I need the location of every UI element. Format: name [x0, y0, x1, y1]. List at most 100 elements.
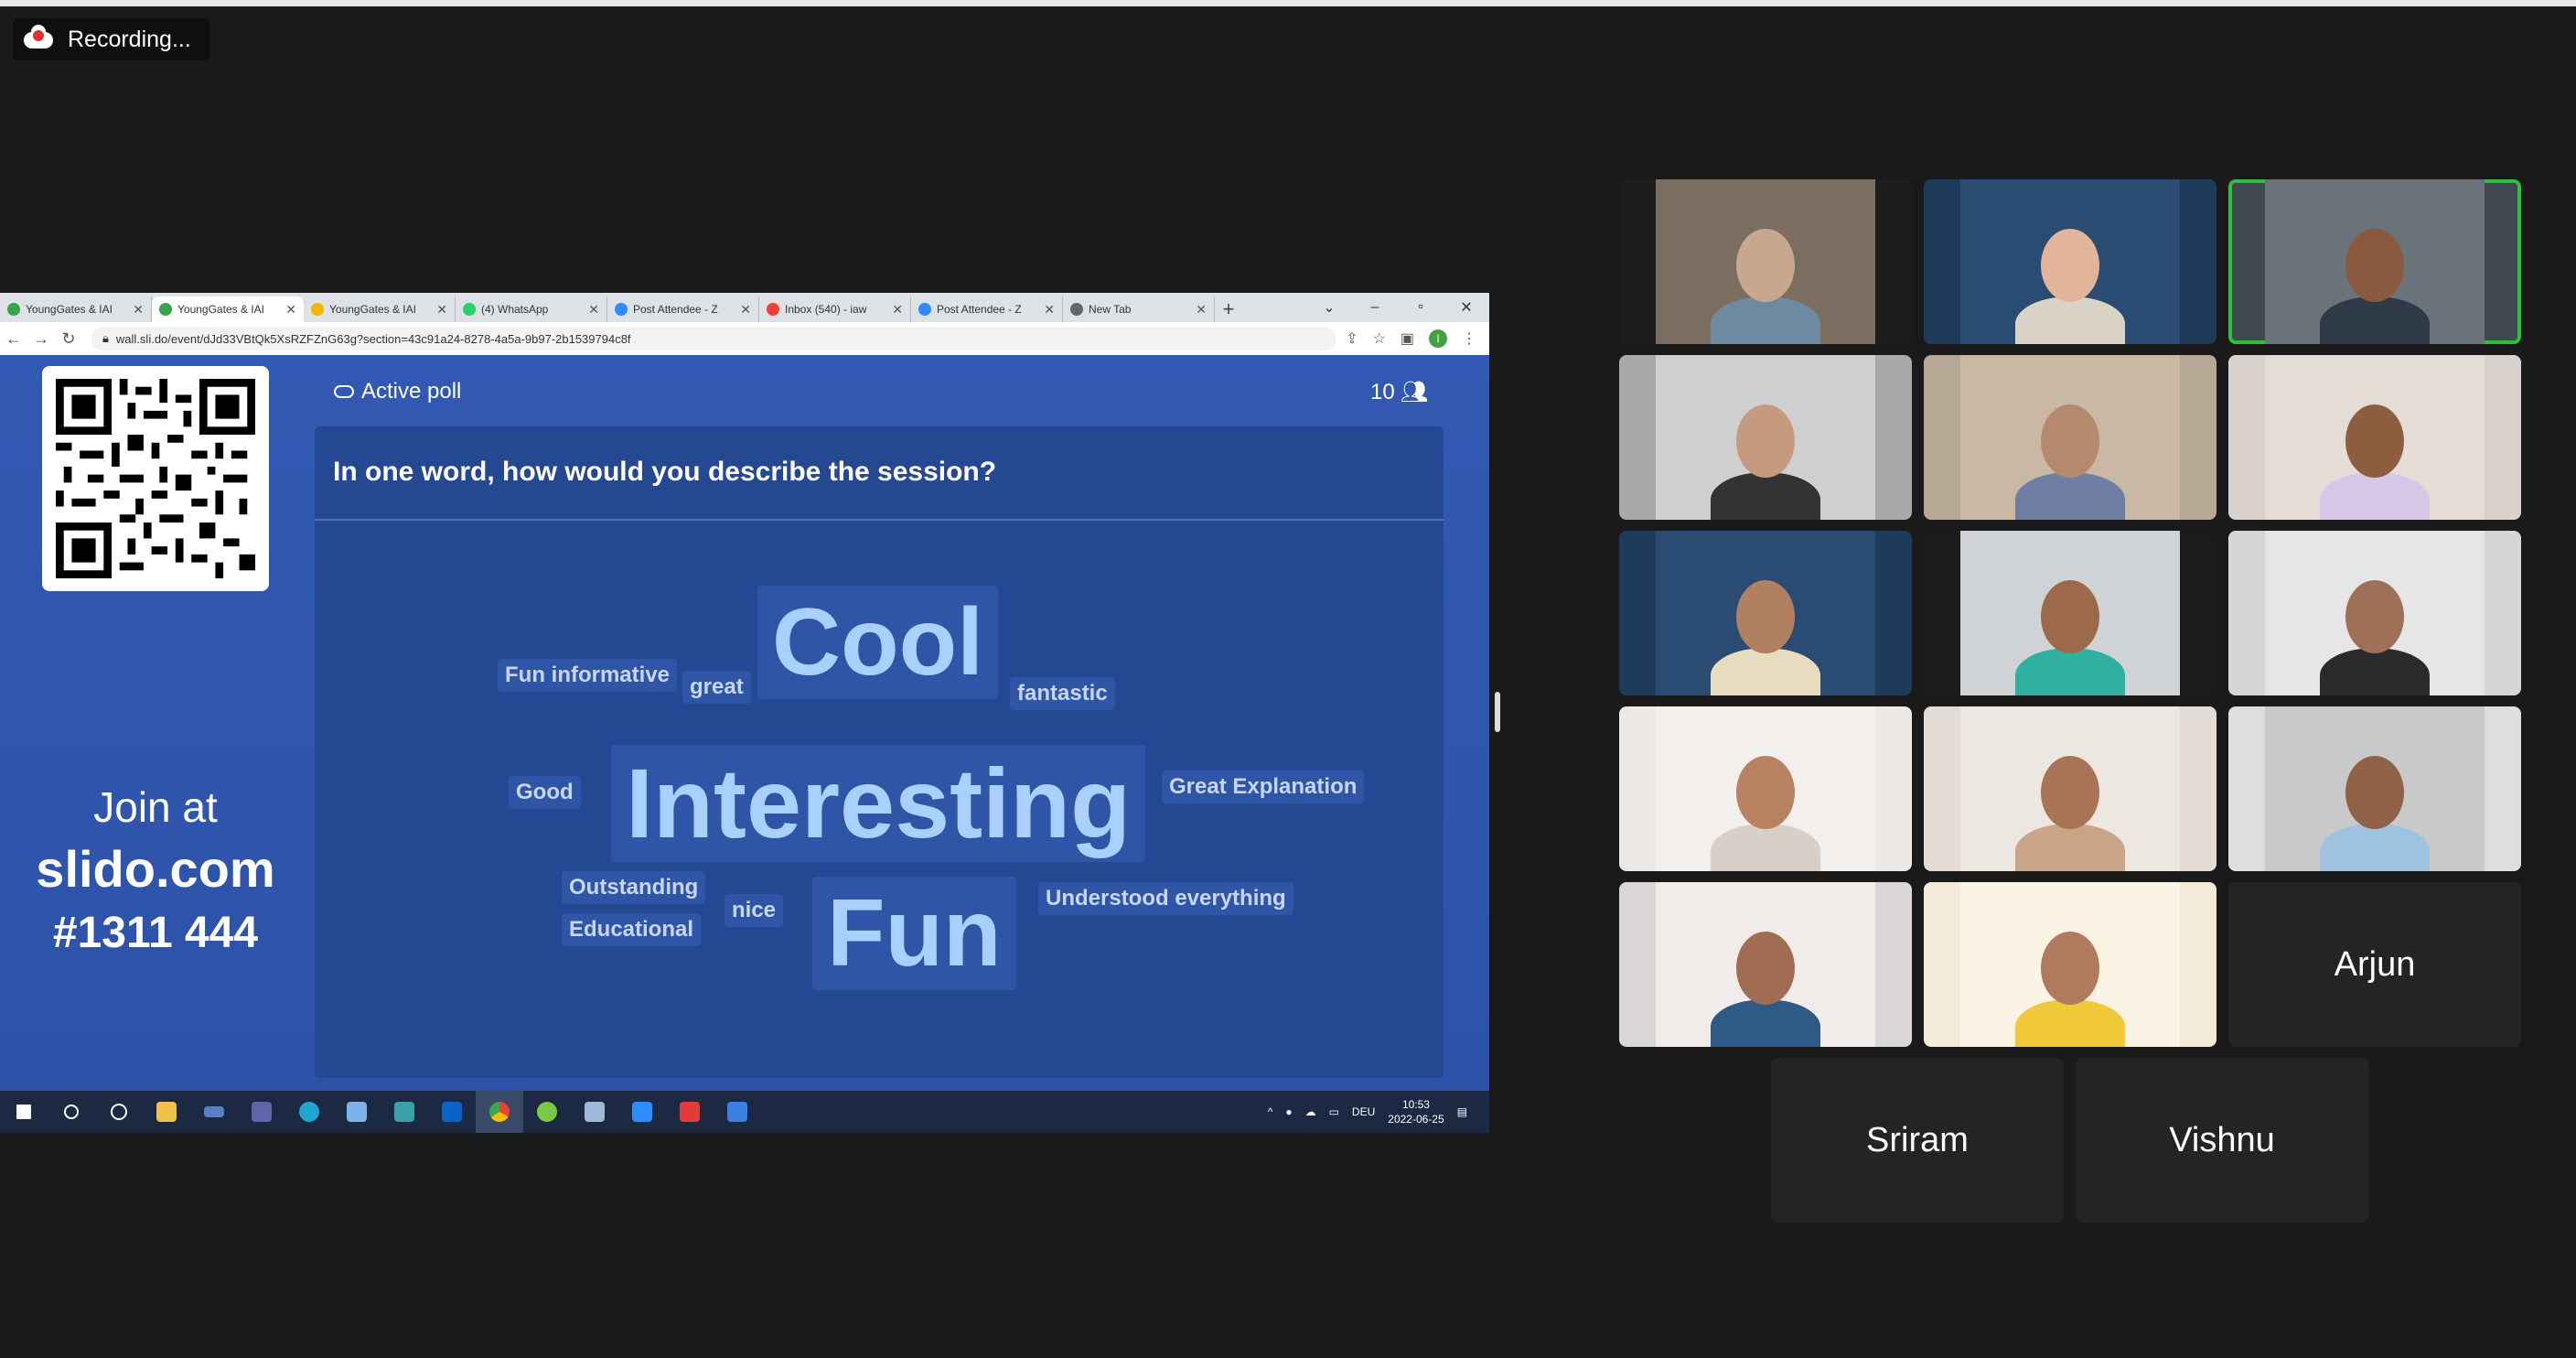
- profile-avatar[interactable]: I: [1429, 329, 1447, 348]
- close-icon[interactable]: ✕: [1044, 302, 1055, 318]
- tray-app-icon[interactable]: ●: [1285, 1105, 1292, 1118]
- tab-favicon-icon: [767, 303, 779, 316]
- participant-body: [2320, 472, 2430, 520]
- zoom-icon[interactable]: [618, 1091, 666, 1133]
- participant-video-tile[interactable]: [1619, 179, 1912, 344]
- notes-app-icon[interactable]: [571, 1091, 618, 1133]
- cortana-icon[interactable]: [95, 1091, 143, 1133]
- participant-face: [2041, 229, 2099, 302]
- participant-video-tile[interactable]: [1924, 706, 2216, 871]
- tab-favicon-icon: [159, 303, 172, 316]
- participant-video-tile[interactable]: [2228, 531, 2521, 695]
- tray-chevron-icon[interactable]: ^: [1268, 1105, 1273, 1118]
- onedrive-icon[interactable]: ☁: [1305, 1105, 1316, 1118]
- tab-favicon-icon: [615, 303, 628, 316]
- edge-icon[interactable]: [285, 1091, 333, 1133]
- close-icon[interactable]: ✕: [133, 302, 144, 318]
- close-window-icon[interactable]: ✕: [1444, 298, 1489, 317]
- join-at-label: Join at: [93, 783, 218, 831]
- windows-taskbar: ^ ● ☁ ▭ DEU 10:53 2022-06-25 ▤: [0, 1091, 1489, 1133]
- word-cloud-entry: Educational: [562, 913, 702, 946]
- participant-name-tile[interactable]: Vishnu: [2076, 1058, 2368, 1223]
- system-clock[interactable]: 10:53 2022-06-25: [1388, 1097, 1444, 1126]
- participant-video-tile[interactable]: [2228, 355, 2521, 520]
- network-app-icon[interactable]: [333, 1091, 381, 1133]
- maximize-icon[interactable]: ▫: [1398, 299, 1444, 316]
- browser-tab[interactable]: Post Attendee - Z ✕: [607, 296, 759, 322]
- tab-label: New Tab: [1089, 303, 1132, 316]
- participant-video-tile[interactable]: [1924, 179, 2216, 344]
- browser-tab[interactable]: YoungGates & IAI ✕: [304, 296, 456, 322]
- participant-video-tile[interactable]: [1619, 882, 1912, 1047]
- participant-name: Arjun: [2334, 944, 2416, 984]
- app-blue-s-icon[interactable]: [714, 1091, 761, 1133]
- top-edge-bar: [0, 0, 2576, 6]
- qr-code: [42, 366, 269, 591]
- join-url: slido.com: [36, 840, 275, 898]
- share-icon[interactable]: ⇪: [1346, 329, 1358, 348]
- tab-favicon-icon: [463, 303, 476, 316]
- participant-face: [1736, 932, 1795, 1005]
- file-explorer-icon[interactable]: [143, 1091, 190, 1133]
- participant-face: [2041, 404, 2099, 478]
- close-icon[interactable]: ✕: [436, 302, 447, 318]
- recording-indicator[interactable]: Recording...: [13, 18, 209, 60]
- browser-tab[interactable]: New Tab ✕: [1063, 296, 1215, 322]
- url-input[interactable]: 🔒︎ wall.sli.do/event/dJd33VBtQk5XsRZFZnG…: [91, 327, 1337, 350]
- browser-tab[interactable]: (4) WhatsApp ✕: [456, 296, 607, 322]
- participant-name-tile[interactable]: Arjun: [2228, 882, 2521, 1047]
- participant-video-tile[interactable]: [2228, 179, 2521, 344]
- browser-tab-active[interactable]: YoungGates & IAI ✕: [152, 296, 304, 322]
- participant-video-tile[interactable]: [1924, 882, 2216, 1047]
- battery-icon[interactable]: ▭: [1329, 1105, 1339, 1118]
- close-icon[interactable]: ✕: [1196, 302, 1207, 318]
- browser-tab[interactable]: YoungGates & IAI ✕: [0, 296, 152, 322]
- tab-label: (4) WhatsApp: [481, 303, 549, 316]
- bookmark-star-icon[interactable]: ☆: [1373, 329, 1386, 348]
- participant-name-tile[interactable]: Sriram: [1771, 1058, 2064, 1223]
- participant-video-tile[interactable]: [1619, 531, 1912, 695]
- participant-name: Vishnu: [2169, 1120, 2275, 1159]
- close-icon[interactable]: ✕: [588, 302, 599, 318]
- teams-icon[interactable]: [238, 1091, 285, 1133]
- word-cloud-entry: Fun: [812, 877, 1016, 990]
- remote-desktop-icon[interactable]: [381, 1091, 428, 1133]
- minimize-icon[interactable]: –: [1352, 299, 1398, 316]
- menu-kebab-icon[interactable]: ⋮: [1462, 329, 1476, 348]
- language-indicator[interactable]: DEU: [1352, 1105, 1375, 1118]
- outlook-icon[interactable]: [428, 1091, 476, 1133]
- reload-icon[interactable]: ↻: [55, 329, 82, 349]
- app-green-icon[interactable]: [523, 1091, 571, 1133]
- participant-video-tile[interactable]: [1924, 355, 2216, 520]
- notifications-icon[interactable]: ▤: [1457, 1105, 1467, 1118]
- participant-body: [2015, 824, 2125, 871]
- participant-face: [1736, 404, 1795, 478]
- browser-tab[interactable]: Post Attendee - Z ✕: [911, 296, 1063, 322]
- participant-video-tile[interactable]: [1924, 531, 2216, 695]
- participant-video-tile[interactable]: [1619, 706, 1912, 871]
- keyboard-app-icon[interactable]: [190, 1091, 238, 1133]
- back-icon[interactable]: ←: [0, 329, 27, 349]
- forward-icon[interactable]: →: [27, 329, 55, 349]
- lock-icon: 🔒︎: [102, 331, 109, 345]
- poll-status-label: Active poll: [361, 379, 462, 404]
- close-icon[interactable]: ✕: [285, 302, 296, 318]
- search-icon[interactable]: [48, 1091, 95, 1133]
- word-cloud-entry: Outstanding: [562, 871, 706, 904]
- word-cloud-entry: fantastic: [1010, 677, 1115, 710]
- close-icon[interactable]: ✕: [892, 302, 903, 318]
- close-icon[interactable]: ✕: [740, 302, 751, 318]
- browser-tab[interactable]: Inbox (540) - iaw ✕: [759, 296, 911, 322]
- divider-drag-handle[interactable]: [1495, 692, 1500, 732]
- participant-video-tile[interactable]: [1619, 355, 1912, 520]
- app-red-s-icon[interactable]: [666, 1091, 714, 1133]
- side-panel-icon[interactable]: ▣: [1401, 329, 1414, 348]
- windows-start-icon[interactable]: [0, 1091, 48, 1133]
- participant-video-tile[interactable]: [2228, 706, 2521, 871]
- new-tab-button[interactable]: +: [1215, 296, 1242, 322]
- chrome-icon[interactable]: [476, 1091, 523, 1133]
- poll-divider: [315, 519, 1444, 521]
- participant-body: [2015, 296, 2125, 344]
- tab-favicon-icon: [311, 303, 324, 316]
- tab-search-icon[interactable]: ⌄: [1306, 298, 1352, 317]
